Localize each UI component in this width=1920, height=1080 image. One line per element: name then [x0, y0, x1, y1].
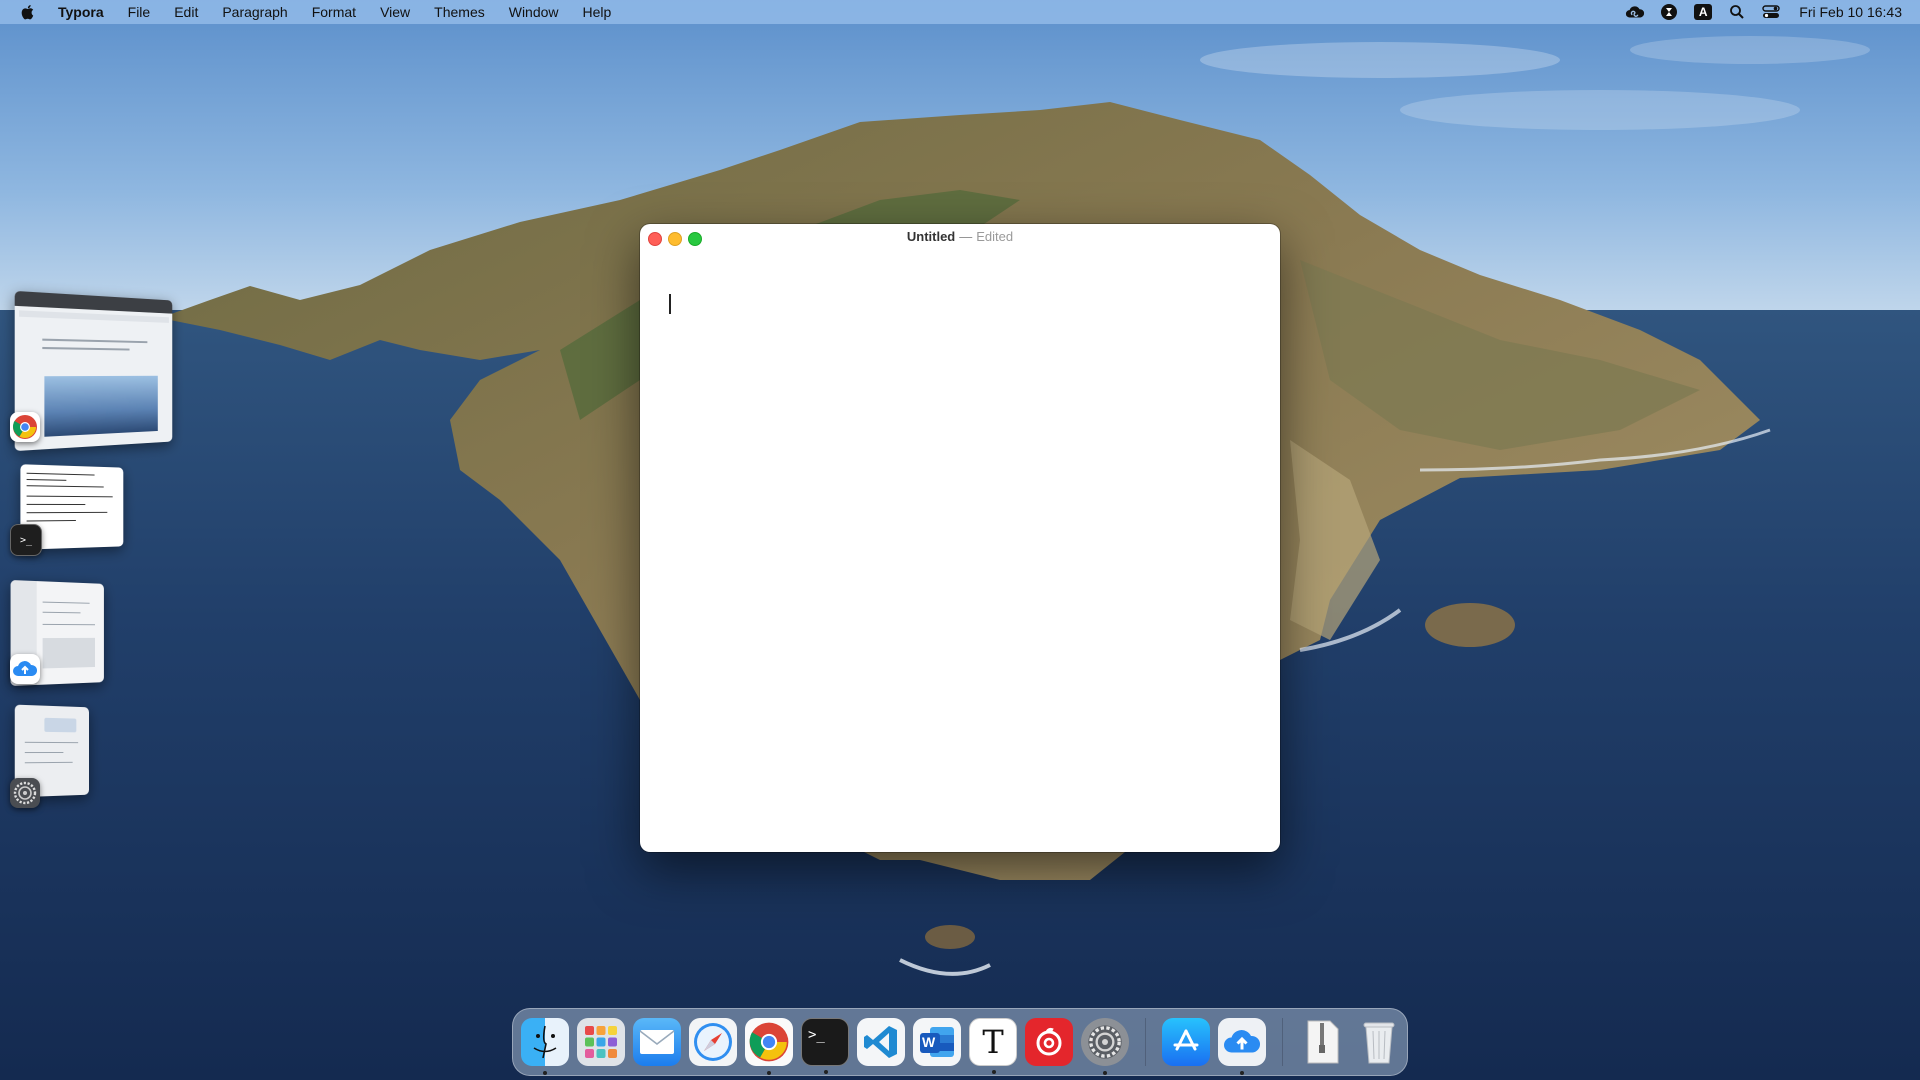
settings-gear-icon — [10, 778, 40, 808]
status-area: A Fri Feb 10 16:43 — [1625, 2, 1920, 22]
chrome-icon — [749, 1022, 789, 1062]
input-source-letter: A — [1694, 4, 1713, 20]
apple-logo-icon[interactable] — [18, 2, 38, 22]
dock-system-preferences[interactable] — [1081, 1018, 1129, 1075]
dock-archive[interactable] — [1299, 1018, 1347, 1066]
dock-separator — [1282, 1018, 1283, 1066]
running-indicator — [992, 1070, 996, 1074]
window-title: Untitled — Edited — [640, 229, 1280, 244]
terminal-icon: >_ — [808, 1027, 825, 1043]
trash-icon — [1363, 1022, 1395, 1064]
mail-icon — [639, 1030, 675, 1054]
netease-music-icon — [1036, 1027, 1062, 1056]
stage-item-chrome[interactable] — [10, 290, 185, 456]
control-center-icon[interactable] — [1761, 2, 1781, 22]
running-indicator — [767, 1071, 771, 1075]
terminal-prompt: >_ — [19, 534, 33, 546]
menu-paragraph[interactable]: Paragraph — [210, 0, 299, 24]
editor-area[interactable] — [640, 250, 1280, 852]
menu-file[interactable]: File — [116, 0, 163, 24]
dock-trash[interactable] — [1355, 1018, 1403, 1066]
cloud-upload-icon — [10, 654, 40, 684]
chrome-icon — [10, 412, 40, 442]
zip-archive-icon — [1307, 1020, 1339, 1064]
cloud-upload-icon — [1224, 1030, 1261, 1053]
menu-view[interactable]: View — [368, 0, 422, 24]
terminal-icon: >_ — [10, 524, 42, 556]
dock-mail[interactable] — [633, 1018, 681, 1066]
running-indicator — [824, 1070, 828, 1074]
dock-app-store[interactable] — [1162, 1018, 1210, 1066]
dock-launchpad[interactable] — [577, 1018, 625, 1066]
launchpad-icon — [585, 1026, 617, 1058]
title-separator: — — [959, 229, 973, 244]
dock-netease-music[interactable] — [1025, 1018, 1073, 1066]
window-titlebar[interactable]: Untitled — Edited — [640, 224, 1280, 250]
stage-item-terminal[interactable]: >_ — [10, 464, 140, 566]
dock-upload-app[interactable] — [1218, 1018, 1266, 1075]
dock: >_ W T — [512, 1008, 1408, 1076]
dock-safari[interactable] — [689, 1018, 737, 1066]
input-source-a-icon[interactable]: A — [1693, 2, 1713, 22]
dock-finder[interactable] — [521, 1018, 569, 1075]
vscode-icon — [864, 1026, 897, 1058]
menu-themes[interactable]: Themes — [422, 0, 497, 24]
stage-manager-strip: >_ — [0, 290, 190, 830]
dock-chrome[interactable] — [745, 1018, 793, 1075]
document-title: Untitled — [906, 229, 956, 244]
menu-bar: Typora File Edit Paragraph Format View T… — [0, 0, 1920, 24]
dock-vscode[interactable] — [857, 1018, 905, 1066]
creative-cloud-icon[interactable] — [1625, 2, 1645, 22]
typora-window[interactable]: Untitled — Edited — [640, 224, 1280, 852]
app-store-icon — [1173, 1029, 1199, 1051]
menubar-clock[interactable]: Fri Feb 10 16:43 — [1799, 4, 1902, 20]
finder-icon — [533, 1025, 557, 1059]
menu-edit[interactable]: Edit — [162, 0, 210, 24]
dock-terminal[interactable]: >_ — [801, 1018, 849, 1074]
dock-separator — [1145, 1018, 1146, 1066]
document-status: Edited — [976, 229, 1014, 244]
running-indicator — [1103, 1071, 1107, 1075]
word-letter: W — [922, 1034, 936, 1050]
menu-window[interactable]: Window — [497, 0, 571, 24]
safari-icon — [694, 1023, 732, 1061]
running-indicator — [1240, 1071, 1244, 1075]
menu-help[interactable]: Help — [571, 0, 624, 24]
running-indicator — [543, 1071, 547, 1075]
stage-item-settings[interactable] — [10, 704, 100, 816]
typora-icon: T — [982, 1023, 1004, 1061]
dock-word[interactable]: W — [913, 1018, 961, 1066]
dock-typora[interactable]: T — [969, 1018, 1017, 1074]
stage-item-upload[interactable] — [10, 579, 120, 692]
text-cursor — [669, 294, 671, 314]
spotlight-search-icon[interactable] — [1727, 2, 1747, 22]
menu-app-name[interactable]: Typora — [50, 0, 116, 24]
hourglass-icon[interactable] — [1659, 2, 1679, 22]
settings-gear-icon — [1088, 1025, 1122, 1059]
menu-format[interactable]: Format — [300, 0, 368, 24]
